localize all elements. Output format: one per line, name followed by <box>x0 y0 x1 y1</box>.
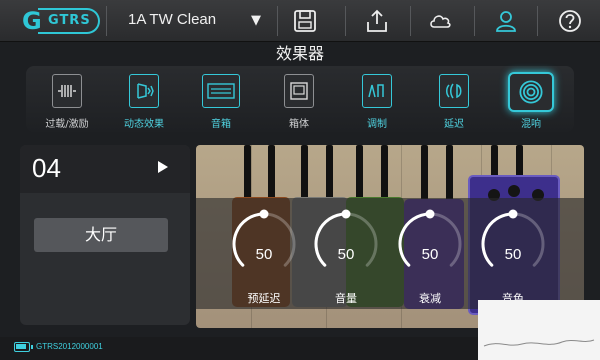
effect-overdrive[interactable]: 过载/激励 <box>34 72 100 132</box>
effect-label: 延迟 <box>444 119 464 130</box>
device-id: GTRS2012000001 <box>36 342 103 351</box>
effect-dynamics[interactable]: 动态效果 <box>111 72 177 132</box>
dynamics-icon <box>129 74 159 108</box>
next-button[interactable] <box>156 159 176 179</box>
delay-icon <box>439 74 469 108</box>
preset-select[interactable]: 1A TW Clean ▼ <box>114 0 274 42</box>
effect-reverb[interactable]: 混响 <box>498 72 564 132</box>
preset-name: 1A TW Clean <box>128 11 217 28</box>
slot-header: 04 <box>20 145 190 193</box>
dial-value: 50 <box>421 246 439 263</box>
amp-icon <box>202 74 240 108</box>
dial-value: 50 <box>504 246 522 263</box>
effect-modulation[interactable]: 调制 <box>344 72 410 132</box>
dial-label: 预延迟 <box>247 292 281 305</box>
dial-handle[interactable] <box>425 209 435 219</box>
dial-arc <box>398 209 462 267</box>
dial-arc <box>314 209 378 267</box>
dial-label: 音量 <box>335 292 357 305</box>
effect-label: 调制 <box>367 119 387 130</box>
chevron-down-icon: ▼ <box>251 13 261 28</box>
dial-handle[interactable] <box>259 209 269 219</box>
reverb-icon <box>508 72 554 112</box>
overdrive-icon <box>52 74 82 108</box>
effect-delay[interactable]: 延迟 <box>421 72 487 132</box>
help-button[interactable] <box>542 0 598 42</box>
dial-value: 50 <box>255 246 273 263</box>
effect-cabinet[interactable]: 箱体 <box>266 72 332 132</box>
tone-knob[interactable]: 50 音色 <box>477 208 549 305</box>
divider <box>410 6 411 36</box>
pre-delay-knob[interactable]: 50 预延迟 <box>228 208 300 305</box>
reverb-type-button[interactable]: 大厅 <box>34 218 168 252</box>
user-button[interactable] <box>478 0 534 42</box>
effect-label: 动态效果 <box>124 119 164 130</box>
divider <box>537 6 538 36</box>
upload-button[interactable] <box>349 0 405 42</box>
reverb-preset-panel: 04 大厅 <box>20 145 190 325</box>
user-icon <box>496 11 516 32</box>
dial-label: 衰减 <box>419 292 441 305</box>
effect-amp[interactable]: 音箱 <box>188 72 254 132</box>
effect-chain: 过载/激励 动态效果 音箱 箱体 调制 延迟 混响 <box>26 66 574 132</box>
cabinet-icon <box>284 74 314 108</box>
battery-icon <box>14 342 33 352</box>
play-icon <box>158 161 168 173</box>
volume-knob[interactable]: 50 音量 <box>310 208 382 305</box>
save-icon <box>294 10 316 32</box>
effect-label: 音箱 <box>211 119 231 130</box>
slot-number: 04 <box>32 153 61 183</box>
effect-label: 混响 <box>521 119 541 130</box>
dial-handle[interactable] <box>508 209 518 219</box>
cloud-icon <box>430 15 451 28</box>
save-button[interactable] <box>277 0 333 42</box>
gtrs-logo: G GTRS <box>22 6 102 36</box>
dial-arc <box>232 209 296 267</box>
dial-handle[interactable] <box>341 209 351 219</box>
upload-icon <box>367 9 387 32</box>
logo-text: GTRS <box>48 13 91 28</box>
effect-label: 过载/激励 <box>45 119 89 130</box>
corner-image <box>478 300 600 360</box>
decay-knob[interactable]: 50 衰减 <box>394 208 466 305</box>
page-title: 效果器 <box>275 44 324 63</box>
divider <box>345 6 346 36</box>
dial-arc <box>481 209 545 267</box>
divider <box>106 6 107 36</box>
help-icon <box>559 10 581 32</box>
effect-label: 箱体 <box>289 119 309 130</box>
cloud-button[interactable] <box>412 0 468 42</box>
top-bar: G GTRS 1A TW Clean ▼ <box>0 0 600 42</box>
divider <box>474 6 475 36</box>
dial-value: 50 <box>337 246 355 263</box>
modulation-icon <box>362 74 392 108</box>
